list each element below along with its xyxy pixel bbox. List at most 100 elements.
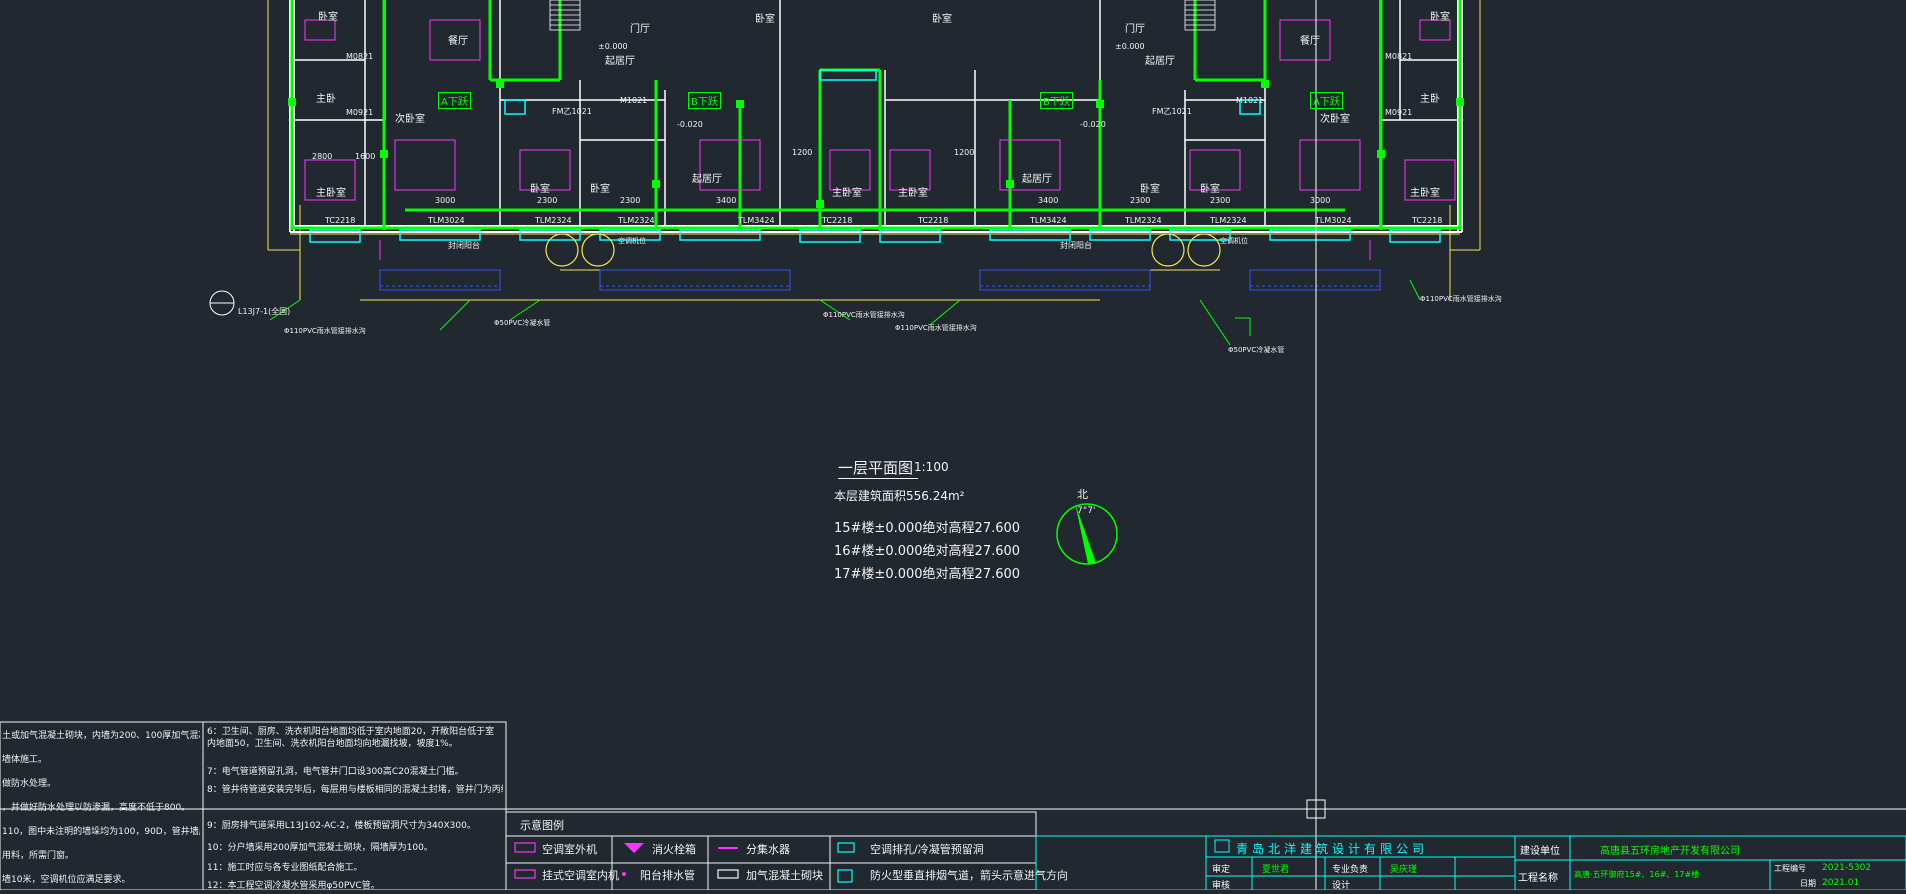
north-label: 北	[1077, 488, 1088, 501]
room-label: 次卧室	[395, 114, 425, 125]
room-label: 起居厅	[692, 174, 722, 185]
room-label: 主卧	[1420, 94, 1440, 105]
title-underline	[838, 478, 918, 479]
unit-label: A下跃	[438, 92, 471, 109]
window-tag: TLM3024	[428, 216, 465, 225]
crosshair-cursor	[0, 0, 1906, 890]
room-label: 餐厅	[448, 36, 468, 47]
room-label: 卧室	[318, 12, 338, 23]
note-line: 6：卫生间、厨房、洗衣机阳台地面均低于室内地面20，开敞阳台低于室内地面50，卫…	[207, 727, 495, 749]
room-label: 主卧	[316, 94, 336, 105]
room-label: 卧室	[530, 184, 550, 195]
dimension-text: 1200	[792, 148, 813, 157]
room-label: 卧室	[932, 14, 952, 25]
legend-item: 空调室外机	[542, 843, 597, 856]
room-label: 起居厅	[1022, 174, 1052, 185]
note-line: 墙10米，空调机位应满足要求。	[2, 875, 131, 885]
project-label: 工程名称	[1518, 873, 1558, 884]
note-line: 用料，所需门窗。	[2, 851, 75, 861]
company-logo-icon	[1214, 839, 1230, 853]
door-tag: M0821	[346, 52, 374, 61]
window-tag: TLM2324	[535, 216, 572, 225]
room-label: 门厅	[1125, 24, 1145, 35]
dimension-text: 2800	[312, 152, 333, 161]
shaft-circles	[545, 233, 1221, 267]
pipe-note: Φ110PVC雨水管接排水沟	[895, 324, 977, 332]
company-name: 青岛北洋建筑设计有限公司	[1236, 842, 1429, 856]
unit-label: B下跃	[688, 92, 721, 109]
door-tag: M0821	[1385, 52, 1413, 61]
door-tag: FM乙1021	[552, 107, 592, 116]
title-block-name: 夏世君	[1262, 865, 1290, 875]
note-line: 土或加气混凝土砌块，内墙为200、100厚加气混凝土砌块。	[2, 731, 200, 741]
elevation-17: 17#楼±0.000绝对高程27.600	[834, 567, 1021, 582]
job-no: 2021-5302	[1822, 863, 1872, 873]
title-block-row-label: 设计	[1332, 881, 1351, 891]
room-label: 主卧室	[1410, 188, 1440, 199]
level-mark: ±0.000	[1115, 42, 1145, 51]
elevation-16: 16#楼±0.000绝对高程27.600	[834, 544, 1021, 559]
note-line: 7：电气管道预留孔洞，电气管井门口设300高C20混凝土门槛。	[207, 767, 464, 777]
title-block-row-label: 审核	[1212, 881, 1231, 891]
dimension-text: 2300	[537, 196, 558, 205]
legend-item: 分集水器	[746, 843, 790, 856]
dimension-text: 3000	[435, 196, 456, 205]
cad-drawing-canvas[interactable]: 一层平面图 1:100 本层建筑面积556.24m² 15#楼±0.000绝对高…	[0, 0, 1906, 891]
pipe-note: Φ110PVC雨水管接排水沟	[284, 327, 366, 335]
room-label: 卧室	[1140, 184, 1160, 195]
interior-walls	[294, 0, 1458, 226]
section-mark-text: L13J7-1(全国)	[238, 307, 291, 316]
room-label: 主卧室	[898, 188, 928, 199]
dimension-text: 2300	[1210, 196, 1231, 205]
dimension-text: 2300	[620, 196, 641, 205]
note-line: 8：管井待管道安装完毕后，每层用与楼板相同的混凝土封堵，管井门为丙级防火门，管道…	[207, 785, 503, 795]
room-label: 起居厅	[605, 56, 635, 67]
drawing-scale: 1:100	[914, 460, 949, 474]
elevation-15: 15#楼±0.000绝对高程27.600	[834, 521, 1021, 536]
note-line: 墙体施工。	[2, 755, 48, 765]
dimension-text: 1200	[954, 148, 975, 157]
balcony-label: 空调机位	[618, 237, 646, 245]
room-label: 卧室	[1200, 184, 1220, 195]
dimension-text: 3400	[1038, 196, 1059, 205]
room-label: 卧室	[590, 184, 610, 195]
window-tag: TLM3424	[738, 216, 775, 225]
room-label: 卧室	[1430, 12, 1450, 23]
room-label: 次卧室	[1320, 114, 1350, 125]
note-line: 110，图中未注明的墙垛均为100，90D，管井墙厚为100	[2, 827, 200, 837]
note-line: 12：本工程空调冷凝水管采用φ50PVC管。	[207, 881, 380, 891]
room-label: 主卧室	[832, 188, 862, 199]
note-line: 10：分户墙采用200厚加气混凝土砌块，隔墙厚为100。	[207, 843, 433, 853]
window-tag: TC2218	[325, 216, 356, 225]
note-line: 做防水处理。	[2, 779, 57, 789]
window-tag: TC2218	[822, 216, 853, 225]
build-unit-label: 建设单位	[1520, 846, 1560, 857]
door-tag: FM乙1021	[1152, 107, 1192, 116]
door-tag: M1021	[1236, 96, 1264, 105]
pipe-note: Φ50PVC冷凝水管	[494, 319, 551, 327]
legend-item: 消火栓箱	[652, 843, 696, 856]
windows	[309, 69, 1441, 243]
north-angle: 7°7'	[1077, 506, 1096, 516]
section-mark	[209, 290, 235, 316]
dimension-text: 1600	[355, 152, 376, 161]
title-block-row-label: 专业负责	[1332, 865, 1369, 875]
window-tag: TLM2324	[618, 216, 655, 225]
window-tag: TLM2324	[1125, 216, 1162, 225]
legend-title: 示意图例	[520, 819, 564, 832]
note-line: 11：施工时应与各专业图纸配合施工。	[207, 863, 363, 873]
room-label: 起居厅	[1145, 56, 1175, 67]
room-label: 主卧室	[316, 188, 346, 199]
project-name: 高唐·五环御府15#、16#、17#楼	[1574, 870, 1700, 879]
level-mark: ±0.000	[598, 42, 628, 51]
build-unit: 高唐县五环房地产开发有限公司	[1600, 846, 1740, 857]
door-tag: M0921	[346, 108, 374, 117]
staircase-right	[1184, 0, 1216, 31]
balcony-label: 封闭阳台	[1060, 241, 1092, 250]
unit-label: B下跃	[1040, 92, 1073, 109]
dimension-text: 3400	[716, 196, 737, 205]
door-tag: M0921	[1385, 108, 1413, 117]
date-label: 日期	[1800, 879, 1816, 888]
drawing-title: 一层平面图	[838, 459, 914, 477]
cad-drawing-svg[interactable]	[0, 0, 1906, 891]
